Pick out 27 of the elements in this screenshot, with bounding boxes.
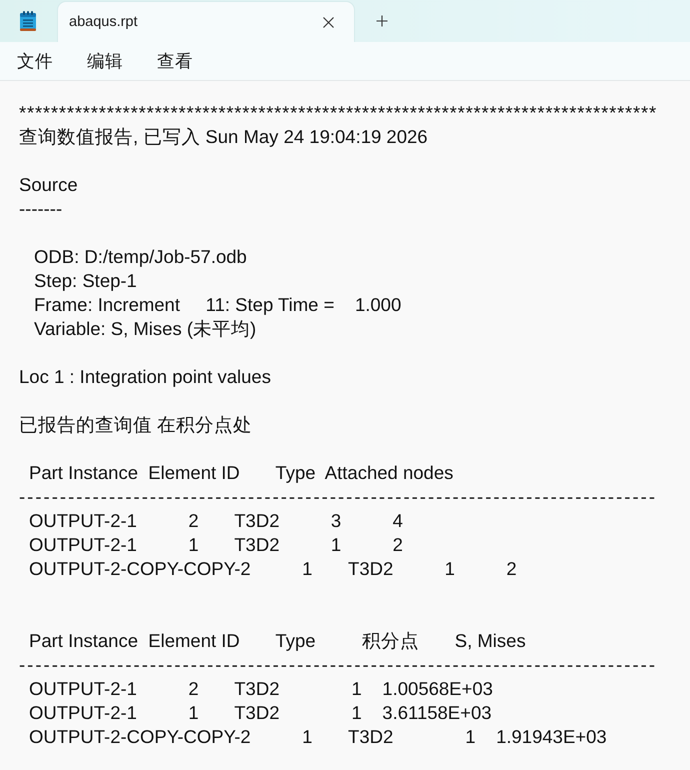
separator-line: ********************************************************************************	[19, 102, 657, 123]
table-row: OUTPUT-2-1 2 T3D2 3 4	[29, 510, 403, 531]
separator-line: ------------------------------------------------------------------------------	[19, 486, 658, 507]
text-line: Loc 1 : Integration point values	[19, 366, 271, 387]
table-row: OUTPUT-2-COPY-COPY-2 1 T3D2 1 1.91943E+03	[29, 726, 607, 747]
separator-line: ------------------------------------------------------------------------------	[19, 654, 658, 675]
table-row: OUTPUT-2-COPY-COPY-2 1 T3D2 1 2	[29, 558, 517, 579]
notepad-icon	[20, 11, 36, 31]
menu-item[interactable]: 查看	[147, 45, 203, 77]
text-line: ODB: D:/temp/Job-57.odb	[34, 246, 247, 267]
table-row: OUTPUT-2-1 1 T3D2 1 3.61158E+03	[29, 702, 492, 723]
tab[interactable]: abaqus.rpt	[58, 2, 354, 42]
close-icon[interactable]	[323, 16, 334, 28]
text-line: Step: Step-1	[34, 270, 137, 291]
table-row: OUTPUT-2-1 1 T3D2 1 2	[29, 534, 403, 555]
table-row: Part Instance Element ID Type 积分点 S, Mises	[29, 630, 526, 651]
text-line: Source	[19, 174, 78, 195]
table-row: OUTPUT-2-1 2 T3D2 1 1.00568E+03	[29, 678, 493, 699]
text-line: 查询数值报告, 已写入 Sun May 24 19:04:19 2026	[19, 126, 428, 147]
text-line: Variable: S, Mises (未平均)	[34, 318, 256, 339]
plus-icon[interactable]	[376, 15, 388, 27]
table-row: Part Instance Element ID Type Attached nodes	[29, 462, 454, 483]
menu-item[interactable]: 编辑	[77, 45, 133, 77]
text-line: Frame: Increment 11: Step Time = 1.000	[34, 294, 402, 315]
text-line: -------	[19, 198, 62, 219]
text-line: 已报告的查询值 在积分点处	[19, 414, 252, 435]
menu-item[interactable]: 文件	[7, 45, 63, 77]
